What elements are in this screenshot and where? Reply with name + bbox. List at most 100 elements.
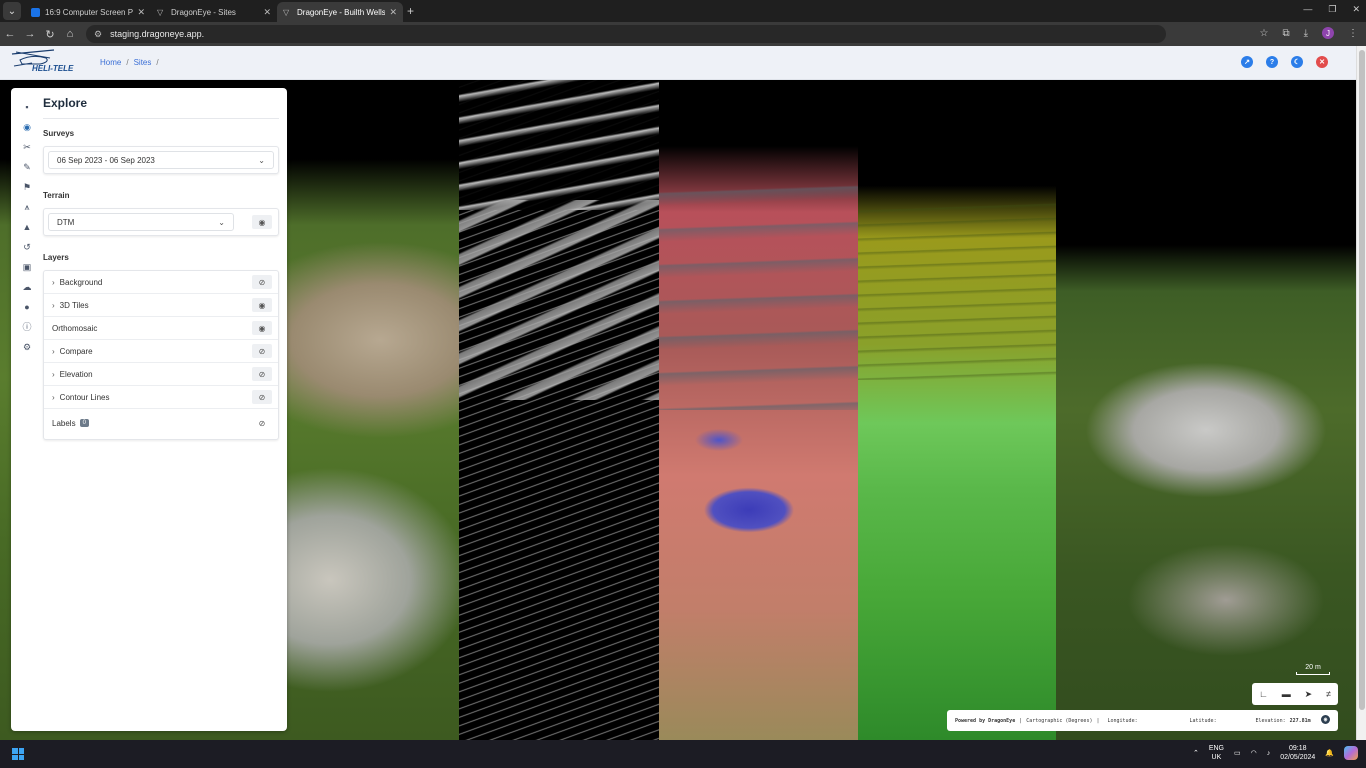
longitude-label: Longitude: bbox=[1107, 717, 1138, 724]
page-scrollbar[interactable] bbox=[1356, 46, 1366, 740]
chevron-right-icon[interactable]: › bbox=[52, 278, 55, 287]
distance-icon[interactable]: ▬ bbox=[1282, 689, 1291, 699]
tools-icon[interactable]: ✂ bbox=[22, 142, 32, 152]
close-icon[interactable]: ✕ bbox=[1316, 56, 1328, 68]
info-icon[interactable]: ⓘ bbox=[22, 322, 32, 332]
layer-row-background[interactable]: › Background ⊘ bbox=[44, 271, 278, 294]
forward-icon[interactable]: → bbox=[20, 28, 40, 40]
layer-row-labels[interactable]: Labels 0 ⊘ bbox=[44, 409, 278, 437]
wifi-icon[interactable]: ◠ bbox=[1251, 749, 1257, 757]
address-bar-row: ← → ↻ ⌂ ⚙ staging.dragoneye.app. ☆ ⧉ ⤓ J… bbox=[0, 22, 1366, 46]
image-icon[interactable]: ▣ bbox=[22, 262, 32, 272]
eye-icon[interactable]: ◉ bbox=[252, 321, 272, 335]
layer-label: Background bbox=[59, 277, 103, 287]
layer-row-compare[interactable]: › Compare ⊘ bbox=[44, 340, 278, 363]
layer-row-orthomosaic[interactable]: Orthomosaic ◉ bbox=[44, 317, 278, 340]
scale-line bbox=[1296, 672, 1330, 675]
breadcrumb-home[interactable]: Home bbox=[100, 58, 121, 67]
windows-start-icon[interactable] bbox=[12, 748, 24, 760]
breadcrumb: Home / Sites / bbox=[100, 58, 159, 67]
extensions-icon[interactable]: ⧉ bbox=[1282, 28, 1289, 39]
browser-tab-bar: ⌄ 16:9 Computer Screen PSD | Fr ✕ ▽ Drag… bbox=[0, 0, 1366, 22]
cloud-icon[interactable]: ☁ bbox=[22, 282, 32, 292]
eye-slash-icon[interactable]: ⊘ bbox=[252, 367, 272, 381]
crs-label[interactable]: Cartographic (Degrees) bbox=[1026, 718, 1092, 724]
browser-tab-3[interactable]: ▽ DragonEye - Builth Wells - 06 S ✕ bbox=[277, 2, 403, 22]
eye-slash-icon[interactable]: ⊘ bbox=[252, 344, 272, 358]
camera-icon[interactable]: ◉ bbox=[1321, 715, 1330, 724]
layer-row-elevation[interactable]: › Elevation ⊘ bbox=[44, 363, 278, 386]
panel-title: Explore bbox=[43, 96, 88, 110]
chevron-right-icon[interactable]: › bbox=[52, 370, 55, 379]
help-icon[interactable]: ? bbox=[1266, 56, 1278, 68]
chat-icon[interactable]: ● bbox=[22, 302, 32, 312]
scale-label: 20 m bbox=[1305, 664, 1321, 671]
tab-search-icon[interactable]: ⌄ bbox=[3, 2, 21, 20]
globe-icon[interactable]: ◉ bbox=[22, 122, 32, 132]
url-field[interactable]: ⚙ staging.dragoneye.app. bbox=[86, 25, 1166, 43]
restore-icon[interactable]: ❐ bbox=[1328, 4, 1336, 15]
warning-icon[interactable]: ▲ bbox=[22, 222, 32, 232]
settings-icon[interactable]: ⚙ bbox=[22, 342, 32, 352]
bookmark-star-icon[interactable]: ☆ bbox=[1259, 28, 1268, 39]
speaker-icon[interactable]: ♪ bbox=[1267, 750, 1271, 757]
new-tab-button[interactable]: + bbox=[407, 4, 414, 18]
layer-row-3d-tiles[interactable]: › 3D Tiles ◉ bbox=[44, 294, 278, 317]
terrain-label: Terrain bbox=[43, 191, 70, 200]
home-icon[interactable]: ⌂ bbox=[60, 28, 80, 40]
layer-row-contour-lines[interactable]: › Contour Lines ⊘ bbox=[44, 386, 278, 409]
back-icon[interactable]: ← bbox=[0, 28, 20, 40]
compare-icon[interactable]: ≠ bbox=[1326, 689, 1331, 699]
flag-icon[interactable]: ⚑ bbox=[22, 182, 32, 192]
breadcrumb-sites[interactable]: Sites bbox=[134, 58, 152, 67]
reload-icon[interactable]: ↻ bbox=[40, 28, 60, 41]
notification-bell-icon[interactable]: 🔔 bbox=[1325, 749, 1334, 757]
site-info-icon[interactable]: ⚙ bbox=[94, 29, 102, 40]
minimize-icon[interactable]: — bbox=[1303, 4, 1312, 15]
measure-icon[interactable]: ⩚ bbox=[22, 202, 32, 212]
language-indicator[interactable]: ENG UK bbox=[1209, 744, 1224, 762]
chevron-right-icon[interactable]: › bbox=[52, 347, 55, 356]
window-controls: — ❐ ✕ bbox=[1303, 4, 1360, 15]
dark-mode-icon[interactable]: ☾ bbox=[1291, 56, 1303, 68]
eye-slash-icon[interactable]: ⊘ bbox=[252, 416, 272, 430]
clock[interactable]: 09:18 02/05/2024 bbox=[1280, 744, 1315, 762]
chevron-up-icon[interactable]: ⌃ bbox=[1193, 749, 1199, 757]
window-close-icon[interactable]: ✕ bbox=[1352, 4, 1360, 15]
title-divider bbox=[43, 118, 279, 119]
network-icon[interactable]: ▭ bbox=[1234, 749, 1241, 757]
contour-lines-strip bbox=[459, 80, 660, 740]
eye-icon[interactable]: ◉ bbox=[252, 298, 272, 312]
close-tab-icon[interactable]: ✕ bbox=[137, 7, 145, 18]
heli-tele-logo[interactable]: HELI-TELE bbox=[10, 48, 80, 78]
terrain-select[interactable]: DTM ⌄ bbox=[48, 213, 234, 231]
explore-panel: ▪ ◉ ✂ ✎ ⚑ ⩚ ▲ ↺ ▣ ☁ ● ⓘ ⚙ Explore Survey… bbox=[11, 88, 287, 731]
history-icon[interactable]: ↺ bbox=[22, 242, 32, 252]
navigate-icon[interactable]: ➤ bbox=[1305, 689, 1313, 700]
chevron-right-icon[interactable]: › bbox=[52, 393, 55, 402]
eye-slash-icon[interactable]: ⊘ bbox=[252, 275, 272, 289]
ruler-icon[interactable]: ✎ bbox=[22, 162, 32, 172]
browser-menu-icon[interactable]: ⋮ bbox=[1348, 28, 1358, 39]
browser-tab-1[interactable]: 16:9 Computer Screen PSD | Fr ✕ bbox=[25, 2, 151, 22]
share-icon[interactable]: ↗ bbox=[1241, 56, 1253, 68]
scrollbar-thumb[interactable] bbox=[1359, 50, 1365, 710]
survey-date-select[interactable]: 06 Sep 2023 - 06 Sep 2023 ⌄ bbox=[48, 151, 274, 169]
download-icon[interactable]: ⤓ bbox=[1304, 28, 1308, 39]
terrain-eye-icon[interactable]: ◉ bbox=[252, 215, 272, 229]
browser-tab-2[interactable]: ▽ DragonEye - Sites ✕ bbox=[151, 2, 277, 22]
eye-slash-icon[interactable]: ⊘ bbox=[252, 390, 272, 404]
close-tab-icon[interactable]: ✕ bbox=[263, 7, 271, 18]
map-status-bar: Powered by DragonEye | Cartographic (Deg… bbox=[947, 710, 1338, 731]
corner-measure-icon[interactable]: ∟ bbox=[1259, 689, 1268, 699]
status-separator: | bbox=[1019, 717, 1023, 724]
side-rail: ▪ ◉ ✂ ✎ ⚑ ⩚ ▲ ↺ ▣ ☁ ● ⓘ ⚙ bbox=[11, 88, 43, 731]
dashboard-icon[interactable]: ▪ bbox=[22, 102, 32, 112]
profile-avatar[interactable]: J bbox=[1322, 27, 1334, 39]
copilot-icon[interactable] bbox=[1344, 746, 1358, 760]
close-tab-icon[interactable]: ✕ bbox=[389, 7, 397, 18]
chevron-right-icon[interactable]: › bbox=[52, 301, 55, 310]
chevron-down-icon: ⌄ bbox=[258, 156, 265, 165]
terrain-card: DTM ⌄ ◉ bbox=[43, 208, 279, 236]
status-separator: | bbox=[1096, 717, 1100, 724]
